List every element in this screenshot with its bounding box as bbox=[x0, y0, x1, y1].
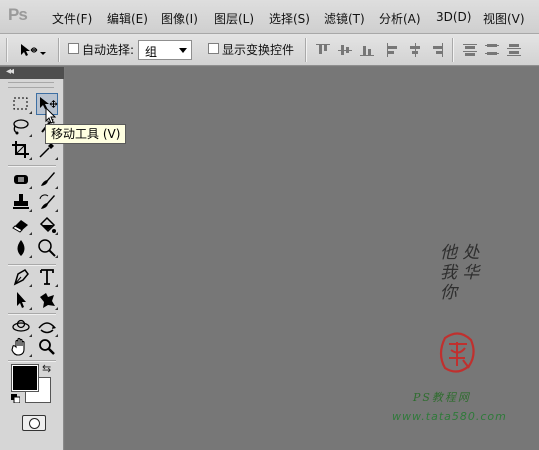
align-right-edges-icon[interactable] bbox=[430, 43, 444, 57]
toolgroup-divider bbox=[8, 264, 56, 265]
menu-analysis[interactable]: 分析(A) bbox=[379, 10, 421, 27]
zoom-tool-icon bbox=[39, 339, 55, 355]
options-bar: 自动选择: 组 显示变换控件 bbox=[0, 34, 539, 66]
watermark-url: www.tata580.com bbox=[392, 410, 507, 423]
menu-select[interactable]: 选择(S) bbox=[269, 10, 310, 27]
watermark-brand: PS教程网 bbox=[413, 391, 471, 404]
toolgroup-divider bbox=[8, 360, 56, 361]
show-transform-label: 显示变换控件 bbox=[222, 43, 295, 57]
custom-shape-tool[interactable] bbox=[36, 289, 58, 311]
eraser-tool[interactable] bbox=[10, 214, 32, 236]
panel-grip[interactable] bbox=[8, 82, 54, 88]
spot-healing-brush-tool[interactable] bbox=[10, 168, 32, 190]
options-grip bbox=[6, 38, 7, 62]
history-brush-tool[interactable] bbox=[36, 191, 58, 213]
separator bbox=[58, 38, 59, 62]
menu-filter[interactable]: 滤镜(T) bbox=[324, 10, 365, 27]
align-top-edges-icon[interactable] bbox=[316, 43, 330, 57]
menu-file[interactable]: 文件(F) bbox=[52, 10, 92, 27]
brush-tool[interactable] bbox=[36, 168, 58, 190]
foreground-color-swatch[interactable] bbox=[11, 364, 39, 392]
auto-select-dropdown[interactable]: 组 bbox=[138, 40, 192, 60]
distribute-vertical-centers-icon[interactable] bbox=[485, 43, 499, 57]
align-horizontal-centers-icon[interactable] bbox=[408, 43, 422, 57]
default-colors-icon[interactable] bbox=[11, 394, 20, 403]
photoshop-logo: Ps bbox=[8, 5, 28, 24]
path-selection-tool[interactable] bbox=[10, 289, 32, 311]
menu-3d[interactable]: 3D(D) bbox=[436, 10, 471, 24]
swap-colors-icon[interactable]: ⇆ bbox=[42, 362, 51, 375]
distribute-top-icon[interactable] bbox=[463, 43, 477, 57]
rectangular-marquee-tool[interactable] bbox=[10, 93, 32, 115]
watermark-calligraphy: 他 处 我 华 你 bbox=[440, 243, 479, 303]
quick-mask-icon[interactable] bbox=[22, 415, 46, 431]
auto-select-label: 自动选择: bbox=[82, 43, 135, 57]
paint-bucket-tool[interactable] bbox=[36, 214, 58, 236]
watermark-line: 你 bbox=[440, 283, 457, 303]
toolgroup-divider bbox=[8, 165, 56, 166]
show-transform-checkbox[interactable] bbox=[208, 43, 219, 54]
align-bottom-edges-icon[interactable] bbox=[360, 43, 374, 57]
distribute-bottom-icon[interactable] bbox=[507, 43, 521, 57]
auto-select-checkbox[interactable] bbox=[68, 43, 79, 54]
menu-bar: Ps 文件(F) 编辑(E) 图像(I) 图层(L) 选择(S) 滤镜(T) 分… bbox=[0, 0, 539, 34]
menu-layer[interactable]: 图层(L) bbox=[214, 10, 254, 27]
type-tool[interactable] bbox=[36, 266, 58, 288]
auto-select-value: 组 bbox=[145, 45, 158, 59]
menu-view[interactable]: 视图(V) bbox=[483, 10, 525, 27]
watermark-line: 他 处 bbox=[440, 243, 480, 263]
3d-orbit-tool[interactable] bbox=[36, 316, 58, 338]
tool-preset-picker[interactable] bbox=[18, 41, 48, 59]
seal-stamp-icon bbox=[439, 332, 475, 373]
collapse-icon[interactable]: ◂◂ bbox=[6, 66, 14, 77]
separator bbox=[305, 38, 306, 62]
move-tool-icon bbox=[21, 44, 46, 56]
hand-tool[interactable] bbox=[10, 336, 32, 358]
align-vertical-centers-icon[interactable] bbox=[338, 43, 352, 57]
watermark-line: 我 华 bbox=[440, 263, 480, 283]
3d-rotate-tool[interactable] bbox=[10, 316, 32, 338]
clone-stamp-tool[interactable] bbox=[10, 191, 32, 213]
menu-edit[interactable]: 编辑(E) bbox=[107, 10, 148, 27]
tool-tooltip: 移动工具 (V) bbox=[45, 124, 127, 144]
separator bbox=[452, 38, 453, 62]
crop-tool[interactable] bbox=[10, 139, 32, 161]
dodge-tool[interactable] bbox=[36, 237, 58, 259]
zoom-tool[interactable] bbox=[36, 336, 58, 358]
mouse-pointer-icon bbox=[45, 107, 57, 124]
align-left-edges-icon[interactable] bbox=[386, 43, 400, 57]
pen-tool[interactable] bbox=[10, 266, 32, 288]
blur-tool[interactable] bbox=[10, 237, 32, 259]
tools-panel-header[interactable]: ◂◂ bbox=[0, 66, 64, 79]
toolgroup-divider bbox=[8, 313, 56, 314]
chevron-down-icon bbox=[179, 48, 187, 53]
menu-image[interactable]: 图像(I) bbox=[161, 10, 198, 27]
lasso-tool[interactable] bbox=[10, 116, 32, 138]
